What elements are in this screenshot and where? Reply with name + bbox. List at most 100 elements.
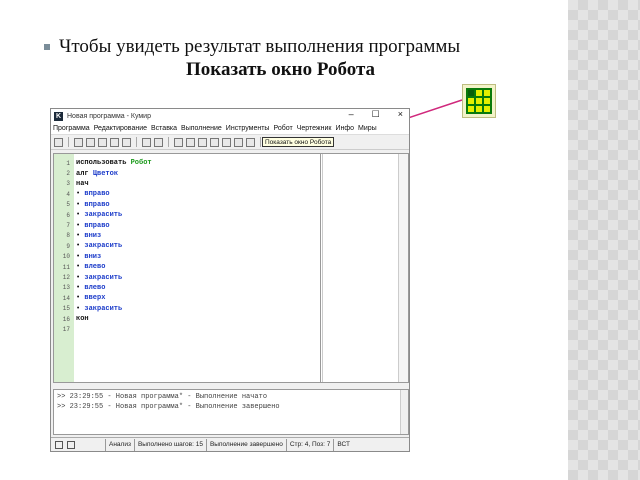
kumir-window: K Новая программа - Кумир – ☐ × Программ… <box>50 108 410 452</box>
line-number: 2 <box>66 170 70 178</box>
code-token: закрасить <box>84 273 123 282</box>
save-icon[interactable] <box>54 137 63 147</box>
code-line[interactable]: 12 • закрасить <box>54 272 320 282</box>
line-number: 12 <box>62 274 70 282</box>
minimize-button[interactable]: – <box>349 109 354 120</box>
code-token: вправо <box>84 190 110 199</box>
stop-icon[interactable] <box>234 137 243 147</box>
code-line[interactable]: 3 нач <box>54 179 320 189</box>
code-line[interactable]: 16 кон <box>54 314 320 324</box>
code-text: кон <box>72 315 89 323</box>
menu-run[interactable]: Выполнение <box>181 125 222 132</box>
line-number: 7 <box>66 222 70 230</box>
code-line[interactable]: 1 использовать Робот <box>54 158 320 168</box>
menu-tools[interactable]: Инструменты <box>226 125 270 132</box>
status-steps: Выполнено шагов: 15 <box>133 438 206 451</box>
indent-icon[interactable] <box>142 137 151 147</box>
code-line[interactable]: 14 • вверх <box>54 293 320 303</box>
menu-robot[interactable]: Робот <box>273 125 292 132</box>
console-toggle-icon[interactable] <box>55 440 63 449</box>
copy-icon[interactable] <box>86 137 95 147</box>
paste-icon[interactable] <box>98 137 107 147</box>
code-text: • закрасить <box>72 211 122 219</box>
code-token: алг <box>76 169 93 178</box>
cut-icon[interactable] <box>74 137 83 147</box>
code-text: • закрасить <box>72 305 122 313</box>
step-out-icon[interactable] <box>222 137 231 147</box>
bullet-marker <box>44 44 50 50</box>
run-steps-icon[interactable] <box>186 137 195 147</box>
line-number: 15 <box>62 305 70 313</box>
code-token: Цветок <box>92 169 119 178</box>
code-line[interactable]: 10 • вниз <box>54 252 320 262</box>
line-number: 9 <box>66 242 70 250</box>
line-number: 13 <box>62 284 70 292</box>
toolbar-separator <box>168 137 169 147</box>
code-line[interactable]: 4 • вправо <box>54 189 320 199</box>
menu-program[interactable]: Программа <box>53 125 90 132</box>
code-line[interactable]: 9 • закрасить <box>54 241 320 251</box>
code-line[interactable]: 17 <box>54 324 320 334</box>
console-scrollbar[interactable] <box>400 390 408 434</box>
code-token: влево <box>84 283 106 292</box>
status-position: Стр: 4, Поз: 7 <box>285 438 334 451</box>
run-icon[interactable] <box>174 137 183 147</box>
code-token: вверх <box>84 294 106 303</box>
code-token: закрасить <box>84 211 123 220</box>
code-token: вправо <box>84 200 110 209</box>
undo-icon[interactable] <box>110 137 119 147</box>
menu-insert[interactable]: Вставка <box>151 125 177 132</box>
editor-divider <box>320 154 321 382</box>
line-number: 1 <box>66 159 70 167</box>
code-line[interactable]: 8 • вниз <box>54 231 320 241</box>
app-icon: K <box>54 111 63 121</box>
code-token: вниз <box>84 231 102 240</box>
line-number: 6 <box>66 211 70 219</box>
code-token: использовать <box>76 159 131 168</box>
redo-icon[interactable] <box>122 137 131 147</box>
code-editor[interactable]: 1 использовать Робот 2 алг Цветок 3 нач 4 • впр… <box>53 153 409 383</box>
menu-info[interactable]: Инфо <box>335 125 354 132</box>
code-line[interactable]: 7 • вправо <box>54 220 320 230</box>
code-line[interactable]: 5 • вправо <box>54 200 320 210</box>
code-line[interactable]: 2 алг Цветок <box>54 168 320 178</box>
pause-icon[interactable] <box>246 137 255 147</box>
menu-edit[interactable]: Редактирование <box>94 125 147 132</box>
code-token: вправо <box>84 221 110 230</box>
close-button[interactable]: × <box>398 109 403 120</box>
output-console[interactable]: >> 23:29:55 - Новая программа* - Выполне… <box>53 389 409 435</box>
code-line[interactable]: 6 • закрасить <box>54 210 320 220</box>
editor-scrollbar[interactable] <box>398 154 408 382</box>
toolbar-separator <box>68 137 69 147</box>
step-over-icon[interactable] <box>210 137 219 147</box>
code-text: • вправо <box>72 201 110 209</box>
window-titlebar: K Новая программа - Кумир – ☐ × <box>51 109 409 123</box>
code-text: использовать Робот <box>72 159 152 167</box>
step-in-icon[interactable] <box>198 137 207 147</box>
code-text: нач <box>72 180 89 188</box>
menu-worlds[interactable]: Миры <box>358 125 377 132</box>
code-text: алг Цветок <box>72 170 118 178</box>
status-state: Выполнение завершено <box>205 438 286 451</box>
code-token: нач <box>76 179 89 188</box>
status-mode: Анализ <box>105 438 134 451</box>
code-line[interactable]: 15 • закрасить <box>54 304 320 314</box>
code-text: • вниз <box>72 232 101 240</box>
toolbar: Показать окно Робота <box>51 135 409 150</box>
status-bar: Анализ Выполнено шагов: 15 Выполнение за… <box>51 437 409 451</box>
close-console-icon[interactable] <box>67 440 75 449</box>
code-line[interactable]: 13 • влево <box>54 283 320 293</box>
line-number: 11 <box>62 263 70 271</box>
code-text: • вправо <box>72 222 110 230</box>
status-insert-mode: ВСТ <box>333 438 353 451</box>
line-number: 16 <box>62 315 70 323</box>
maximize-button[interactable]: ☐ <box>372 109 380 120</box>
code-line[interactable]: 11 • влево <box>54 262 320 272</box>
code-token: закрасить <box>84 242 123 251</box>
outdent-icon[interactable] <box>154 137 163 147</box>
menu-drawer[interactable]: Чертежник <box>297 125 332 132</box>
bullet-text: Чтобы увидеть результат выполнения прогр… <box>44 36 460 58</box>
line-number: 10 <box>62 253 70 261</box>
code-token: Робот <box>130 159 152 168</box>
toolbar-separator <box>136 137 137 147</box>
